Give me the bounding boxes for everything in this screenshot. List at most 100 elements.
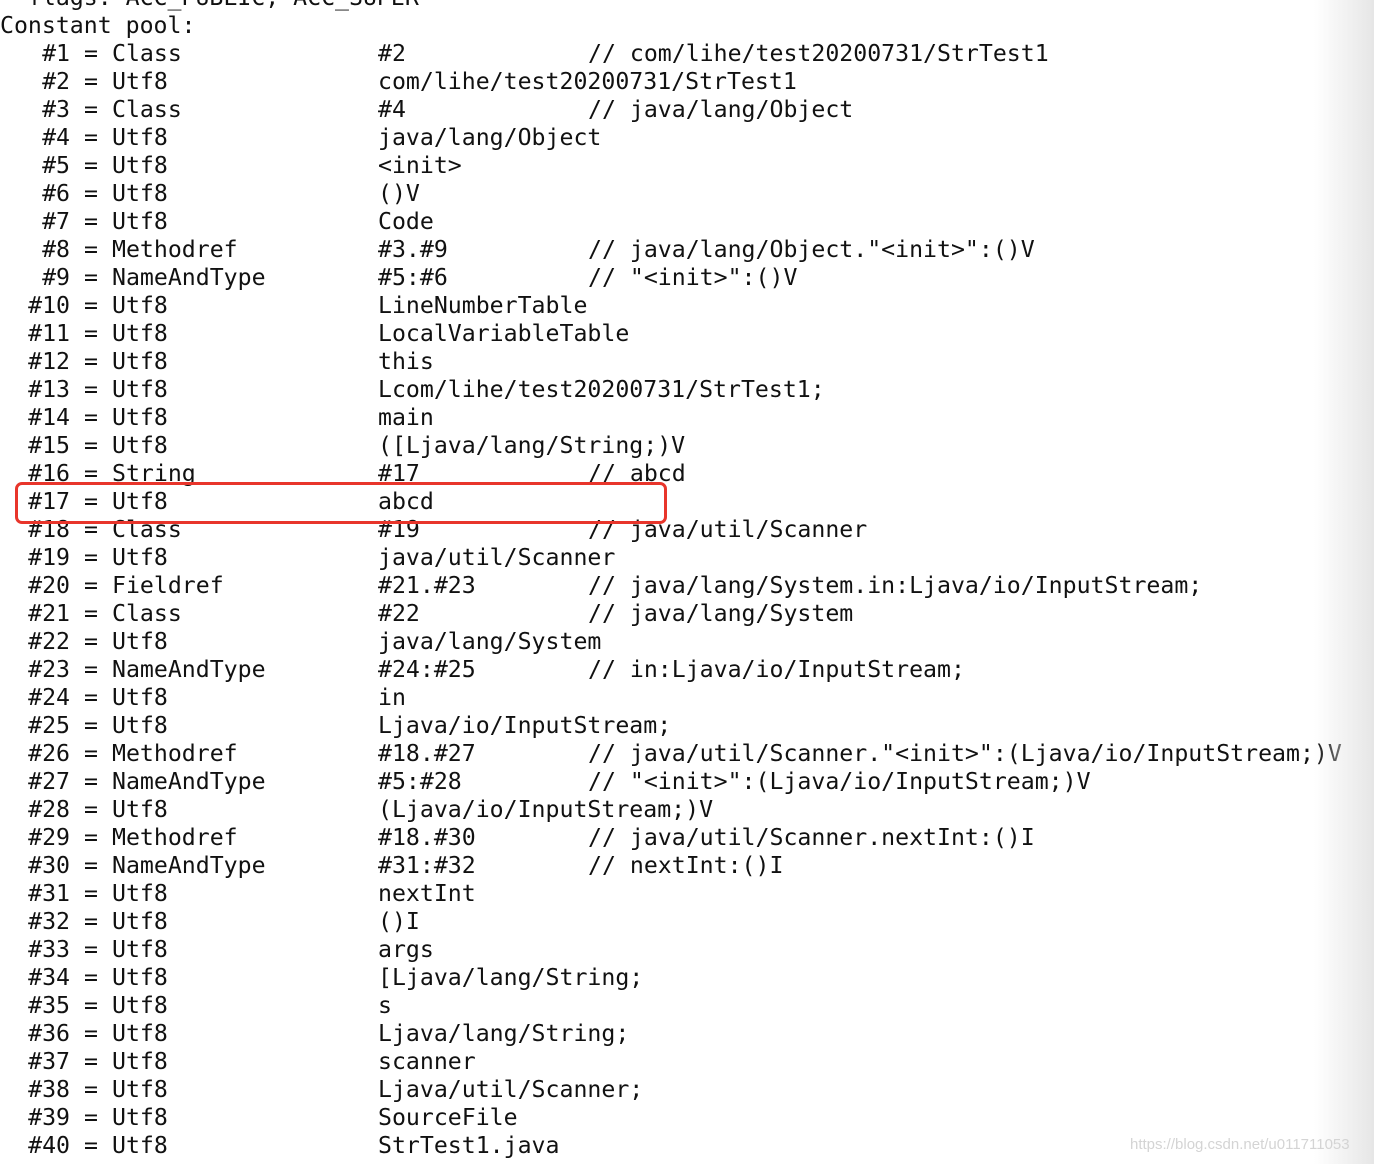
entry-type: Utf8 (112, 712, 168, 739)
equals-sign: = (84, 656, 98, 683)
entry-type: Utf8 (112, 544, 168, 571)
entry-value: s (378, 992, 392, 1019)
entry-value: #24:#25 (378, 656, 476, 683)
constant-pool-entry: #13 = Utf8 Lcom/lihe/test20200731/StrTest1; (0, 376, 1374, 404)
entry-type: Utf8 (112, 180, 168, 207)
constant-pool-entry: #19 = Utf8 java/util/Scanner (0, 544, 1374, 572)
entry-comment: // java/lang/System.in:Ljava/io/InputStr… (588, 572, 1203, 599)
constant-pool-entry: #38 = Utf8 Ljava/util/Scanner; (0, 1076, 1374, 1104)
constant-pool-entry: #37 = Utf8 scanner (0, 1048, 1374, 1076)
entry-type: Utf8 (112, 152, 168, 179)
entry-type: NameAndType (112, 656, 266, 683)
entry-index: #3 (42, 96, 70, 123)
entry-value: LineNumberTable (378, 292, 588, 319)
entry-type: Utf8 (112, 992, 168, 1019)
entry-type: Utf8 (112, 208, 168, 235)
entry-index: #9 (42, 264, 70, 291)
constant-pool-entry: #14 = Utf8 main (0, 404, 1374, 432)
entry-index: #10 (28, 292, 70, 319)
entry-value: main (378, 404, 434, 431)
entry-type: Utf8 (112, 1020, 168, 1047)
entry-value: args (378, 936, 434, 963)
entry-index: #34 (28, 964, 70, 991)
constant-pool-entry: #24 = Utf8 in (0, 684, 1374, 712)
entry-type: Utf8 (112, 292, 168, 319)
constant-pool-entry: #4 = Utf8 java/lang/Object (0, 124, 1374, 152)
constant-pool-entry: #12 = Utf8 this (0, 348, 1374, 376)
entry-value: #5:#6 (378, 264, 448, 291)
constant-pool-entry: #26 = Methodref #18.#27 // java/util/Scanner… (0, 740, 1374, 768)
entry-value: scanner (378, 1048, 476, 1075)
entry-type: Utf8 (112, 124, 168, 151)
equals-sign: = (84, 124, 98, 151)
entry-index: #8 (42, 236, 70, 263)
entry-value: StrTest1.java (378, 1132, 560, 1159)
entry-type: Utf8 (112, 1104, 168, 1131)
entry-index: #6 (42, 180, 70, 207)
entry-value: java/util/Scanner (378, 544, 616, 571)
entry-type: Methodref (112, 236, 238, 263)
entry-value: #18.#27 (378, 740, 476, 767)
constant-pool-entry: #35 = Utf8 s (0, 992, 1374, 1020)
entry-value: ()V (378, 180, 420, 207)
entry-type: Utf8 (112, 376, 168, 403)
highlight-box (15, 482, 667, 524)
equals-sign: = (84, 68, 98, 95)
entry-comment: // "<init>":(Ljava/io/InputStream;)V (588, 768, 1091, 795)
equals-sign: = (84, 796, 98, 823)
equals-sign: = (84, 572, 98, 599)
entry-comment: // com/lihe/test20200731/StrTest1 (588, 40, 1049, 67)
entry-type: Utf8 (112, 628, 168, 655)
entry-index: #19 (28, 544, 70, 571)
entry-type: Class (112, 96, 182, 123)
entry-value: #21.#23 (378, 572, 476, 599)
entry-index: #15 (28, 432, 70, 459)
entry-value: nextInt (378, 880, 476, 907)
entry-type: Class (112, 40, 182, 67)
equals-sign: = (84, 404, 98, 431)
equals-sign: = (84, 628, 98, 655)
entry-value: Ljava/util/Scanner; (378, 1076, 644, 1103)
entry-index: #21 (28, 600, 70, 627)
constant-pool-entry: #36 = Utf8 Ljava/lang/String; (0, 1020, 1374, 1048)
equals-sign: = (84, 348, 98, 375)
equals-sign: = (84, 40, 98, 67)
entry-value: Lcom/lihe/test20200731/StrTest1; (378, 376, 825, 403)
equals-sign: = (84, 320, 98, 347)
constant-pool-entry: #2 = Utf8 com/lihe/test20200731/StrTest1 (0, 68, 1374, 96)
equals-sign: = (84, 544, 98, 571)
entry-index: #37 (28, 1048, 70, 1075)
entry-value: Ljava/io/InputStream; (378, 712, 672, 739)
equals-sign: = (84, 1076, 98, 1103)
entry-value: #5:#28 (378, 768, 462, 795)
equals-sign: = (84, 600, 98, 627)
equals-sign: = (84, 96, 98, 123)
entry-type: Utf8 (112, 796, 168, 823)
entry-value: java/lang/System (378, 628, 602, 655)
equals-sign: = (84, 740, 98, 767)
equals-sign: = (84, 1048, 98, 1075)
constant-pool-entry: #3 = Class #4 // java/lang/Object (0, 96, 1374, 124)
entry-index: #27 (28, 768, 70, 795)
equals-sign: = (84, 936, 98, 963)
constant-pool-entry: #8 = Methodref #3.#9 // java/lang/Object."<i… (0, 236, 1374, 264)
entry-comment: // java/lang/Object."<init>":()V (588, 236, 1035, 263)
entry-index: #32 (28, 908, 70, 935)
entry-comment: // java/lang/Object (588, 96, 854, 123)
equals-sign: = (84, 684, 98, 711)
entry-type: Methodref (112, 740, 238, 767)
constant-pool-entry: #28 = Utf8 (Ljava/io/InputStream;)V (0, 796, 1374, 824)
entry-index: #39 (28, 1104, 70, 1131)
entry-type: Utf8 (112, 908, 168, 935)
equals-sign: = (84, 908, 98, 935)
entry-value: #2 (378, 40, 406, 67)
entry-type: Fieldref (112, 572, 224, 599)
entry-value: this (378, 348, 434, 375)
entry-type: NameAndType (112, 768, 266, 795)
entry-value: #4 (378, 96, 406, 123)
entry-index: #5 (42, 152, 70, 179)
entry-type: Utf8 (112, 936, 168, 963)
equals-sign: = (84, 236, 98, 263)
equals-sign: = (84, 852, 98, 879)
entry-comment: // java/util/Scanner.nextInt:()I (588, 824, 1035, 851)
